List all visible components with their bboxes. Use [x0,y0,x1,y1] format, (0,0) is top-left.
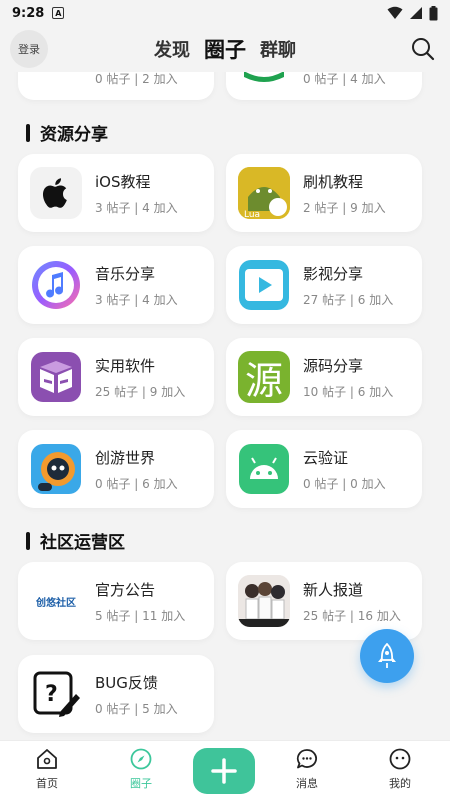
music-icon [30,259,82,311]
home-icon [37,749,57,769]
section-label: 社区运营区 [40,533,125,553]
profile-icon [389,748,411,770]
circle-card[interactable]: 创游世界 0 帖子 | 6 加入 [18,430,214,508]
circle-name: 音乐分享 [95,265,156,283]
section-bar [26,123,30,142]
anime-image-icon [238,575,290,627]
battery-icon [429,5,438,20]
circle-meta: 0 帖子 | 5 加入 [95,702,178,716]
video-play-icon [238,259,290,311]
source-code-icon: 源 [238,351,290,403]
circle-meta: 2 帖子 | 9 加入 [303,201,386,215]
circle-meta: 0 帖子 | 0 加入 [303,477,386,491]
circle-meta: 0 帖子 | 6 加入 [95,477,178,491]
tab-circles[interactable]: 圈子 [204,34,246,64]
status-icons [387,5,438,21]
svg-text:Lua: Lua [244,210,260,219]
top-bar: 登录 发现 圈子 群聊 [0,26,450,72]
status-bar: 9:28 A [0,0,450,26]
bottom-nav: 首页 圈子 消息 我的 [0,740,450,800]
circle-meta: 25 帖子 | 16 加入 [303,609,401,623]
header-tabs: 发现 圈子 群聊 [0,26,450,72]
signal-icon [410,7,422,19]
community-logo-text: 创悠社区 [36,597,76,609]
circle-card[interactable]: 源 源码分享 10 帖子 | 6 加入 [226,338,422,416]
circle-meta: 3 帖子 | 4 加入 [95,201,178,215]
status-time: 9:28 [12,5,45,21]
circle-meta: 0 帖子 | 2 加入 [95,72,178,86]
circle-meta: 27 帖子 | 6 加入 [303,293,394,307]
wifi-icon [387,6,403,19]
partial-icon [30,72,82,87]
search-icon[interactable] [410,36,436,62]
circle-name: 刷机教程 [303,173,364,191]
nav-label: 消息 [296,777,318,790]
android-lua-icon: Lua [238,167,290,219]
circle-name: 云验证 [303,449,349,467]
circle-card[interactable]: Lua 刷机教程 2 帖子 | 9 加入 [226,154,422,232]
circle-meta: 3 帖子 | 4 加入 [95,293,178,307]
section-title: 社区运营区 [26,528,125,553]
circle-name: 创游世界 [95,449,156,467]
nav-home[interactable]: 首页 [12,747,82,797]
source-glyph: 源 [244,358,283,403]
plus-icon [211,758,237,784]
circle-card[interactable]: 影视分享 27 帖子 | 6 加入 [226,246,422,324]
circle-name: 新人报道 [303,581,364,599]
nav-profile[interactable]: 我的 [365,747,435,797]
community-logo-icon: 创悠社区 [30,575,82,627]
game-character-icon [30,443,82,495]
circle-name: iOS教程 [95,173,151,191]
tab-discover[interactable]: 发现 [154,36,190,62]
nav-label: 圈子 [130,777,152,790]
tab-group-chat[interactable]: 群聊 [260,36,296,62]
circle-card[interactable]: ? BUG反馈 0 帖子 | 5 加入 [18,655,214,733]
circle-meta: 10 帖子 | 6 加入 [303,385,394,399]
circle-meta: 5 帖子 | 11 加入 [95,609,186,623]
circle-name: 影视分享 [303,265,364,283]
circle-card-partial[interactable]: 0 帖子 | 2 加入 [18,72,214,100]
circle-card-partial[interactable]: 0 帖子 | 4 加入 [226,72,422,100]
section-label: 资源分享 [40,125,108,145]
circle-meta: 0 帖子 | 4 加入 [303,72,386,86]
message-icon [296,749,317,769]
nav-messages[interactable]: 消息 [272,747,342,797]
circle-card[interactable]: 音乐分享 3 帖子 | 4 加入 [18,246,214,324]
notification-a-icon: A [52,7,65,19]
circle-card[interactable]: 新人报道 25 帖子 | 16 加入 [226,562,422,640]
nav-circles[interactable]: 圈子 [106,747,176,797]
add-post-button[interactable] [193,748,255,794]
circle-card[interactable]: 创悠社区 官方公告 5 帖子 | 11 加入 [18,562,214,640]
section-title: 资源分享 [26,120,108,145]
circle-name: 实用软件 [95,357,156,375]
section-bar [26,531,30,550]
circle-card[interactable]: iOS教程 3 帖子 | 4 加入 [18,154,214,232]
android-icon [238,443,290,495]
nav-label: 我的 [389,777,411,790]
rocket-fab-button[interactable] [360,629,414,683]
circle-name: BUG反馈 [95,674,158,692]
partial-icon [238,72,290,87]
box-icon [30,351,82,403]
nav-label: 首页 [36,777,58,790]
compass-icon [130,748,152,770]
circle-card[interactable]: 云验证 0 帖子 | 0 加入 [226,430,422,508]
circle-meta: 25 帖子 | 9 加入 [95,385,186,399]
circle-name: 官方公告 [95,581,156,599]
svg-text:?: ? [45,682,58,707]
circle-name: 源码分享 [303,357,364,375]
circle-card[interactable]: 实用软件 25 帖子 | 9 加入 [18,338,214,416]
feedback-icon: ? [30,668,82,720]
apple-icon [30,167,82,219]
rocket-icon [378,643,396,668]
